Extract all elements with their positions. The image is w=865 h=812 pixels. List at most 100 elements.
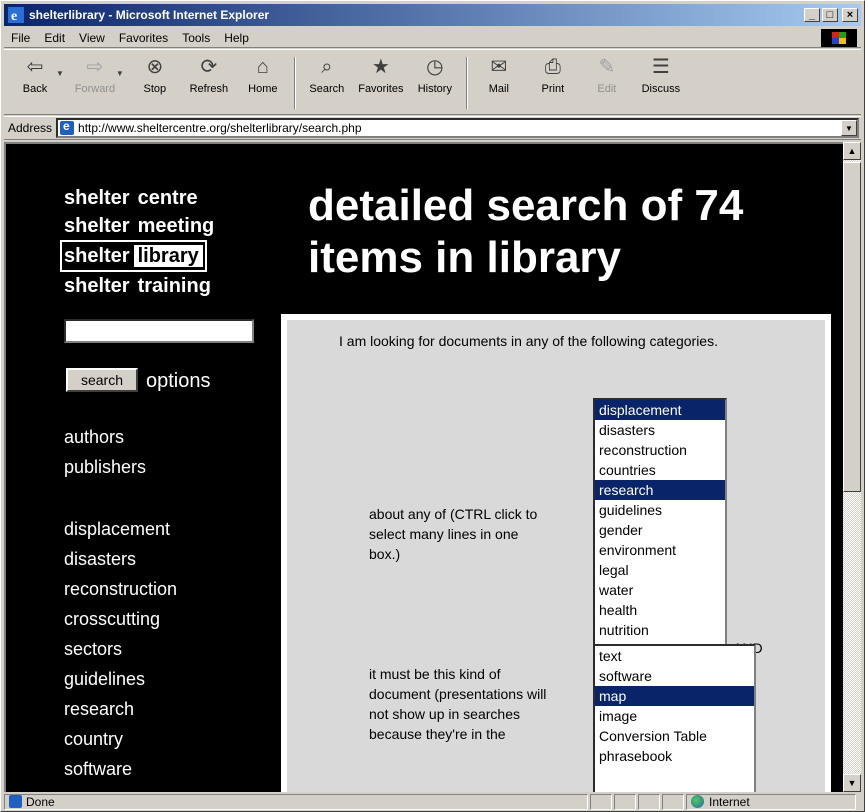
category-option[interactable]: countries [595,460,725,480]
title-bar[interactable]: e shelterlibrary - Microsoft Internet Ex… [4,4,861,26]
category-option[interactable]: health [595,600,725,620]
menu-favorites[interactable]: Favorites [112,31,175,45]
windows-logo-icon [821,29,857,47]
scroll-up-button[interactable]: ▲ [843,142,861,160]
category-option[interactable]: nutrition [595,620,725,640]
standard-toolbar: ⇦ Back ▼ ⇨ Forward ▼ ⊗ Stop ⟳ Refresh ⌂ … [4,49,861,115]
page-headline: detailed search of 74 items in library [308,181,744,282]
document-kind-option[interactable]: text [595,646,754,666]
address-dropdown-icon[interactable]: ▼ [841,120,857,136]
menu-edit[interactable]: Edit [37,31,72,45]
history-icon: ◷ [426,56,444,78]
document-kind-label: it must be this kind of document (presen… [369,666,547,742]
back-button[interactable]: ⇦ Back [8,53,62,113]
mail-button[interactable]: ✉ Mail [472,53,526,113]
nav-word: shelter [64,187,130,209]
stop-icon: ⊗ [146,56,164,78]
scroll-down-button[interactable]: ▼ [843,774,861,792]
search-input[interactable] [64,319,254,343]
stop-button[interactable]: ⊗ Stop [128,53,182,113]
home-button[interactable]: ⌂ Home [236,53,290,113]
category-option[interactable]: research [595,480,725,500]
options-link[interactable]: options [146,368,211,394]
link-authors[interactable]: authors [64,422,146,452]
home-icon: ⌂ [256,56,269,78]
document-kind-option[interactable]: phrasebook [595,746,754,766]
link-publishers[interactable]: publishers [64,452,146,482]
category-option[interactable]: environment [595,540,725,560]
category-option[interactable]: legal [595,560,725,580]
printer-icon: ⎙ [544,56,561,78]
history-button[interactable]: ◷ History [408,53,462,113]
menu-file[interactable]: File [4,31,37,45]
favorites-label: Favorites [358,83,404,95]
browser-window: e shelterlibrary - Microsoft Internet Ex… [0,0,865,812]
back-dropdown-icon[interactable]: ▼ [56,69,64,78]
category-option[interactable]: disasters [595,420,725,440]
nav-word: shelter [64,245,130,267]
document-kind-option[interactable]: Conversion Table [595,726,754,746]
vertical-scrollbar[interactable]: ▲ ▼ [843,142,861,792]
category-option[interactable]: displacement [595,400,725,420]
discuss-label: Discuss [641,83,681,95]
status-pane [590,793,612,810]
menu-tools[interactable]: Tools [175,31,217,45]
document-kind-listbox[interactable]: text software map image Conversion Table phra… [593,644,756,792]
print-button[interactable]: ⎙ Print [526,53,580,113]
stop-label: Stop [143,83,167,95]
nav-word: training [137,275,211,297]
menu-view[interactable]: View [72,31,112,45]
forward-label: Forward [74,83,116,95]
nav-shelter-library[interactable]: shelter library [60,240,222,272]
back-label: Back [22,83,48,95]
forward-dropdown-icon[interactable]: ▼ [116,69,124,78]
document-kind-option[interactable]: image [595,706,754,726]
link-sectors[interactable]: sectors [64,634,177,664]
link-software[interactable]: software [64,754,177,784]
document-kind-option[interactable]: map [595,686,754,706]
nav-word: centre [137,187,198,209]
category-option[interactable]: reconstruction [595,440,725,460]
link-disasters[interactable]: disasters [64,544,177,574]
nav-selected: shelter library [60,240,207,272]
nav-shelter-meeting[interactable]: shelter meeting [64,212,222,240]
category-option[interactable]: guidelines [595,500,725,520]
search-button[interactable]: ⌕ Search [300,53,354,113]
link-guidelines[interactable]: guidelines [64,664,177,694]
security-zone-cell: Internet [686,793,856,810]
favorites-button[interactable]: ★ Favorites [354,53,408,113]
link-country[interactable]: country [64,724,177,754]
nav-word: shelter [64,275,130,297]
category-listbox[interactable]: displacement disasters reconstruction count… [593,398,727,663]
address-input[interactable]: http://www.sheltercentre.org/shelterlibr… [56,118,859,138]
category-option[interactable]: water [595,580,725,600]
close-button[interactable]: × [842,8,858,22]
category-option[interactable]: gender [595,520,725,540]
search-submit-button[interactable]: search [66,368,138,392]
svg-text:e: e [11,9,17,23]
search-form: I am looking for documents in any of the… [287,320,825,792]
status-text-cell: Done [4,793,588,810]
refresh-button[interactable]: ⟳ Refresh [182,53,236,113]
history-label: History [417,83,452,95]
search-icon: ⌕ [321,56,333,78]
forward-button[interactable]: ⇨ Forward [68,53,122,113]
status-pane [638,793,660,810]
favorites-icon: ★ [371,56,390,78]
nav-shelter-training[interactable]: shelter training [64,272,222,300]
scroll-thumb[interactable] [843,162,861,492]
link-reconstruction[interactable]: reconstruction [64,574,177,604]
discuss-button[interactable]: ☰ Discuss [634,53,688,113]
document-kind-option[interactable]: software [595,666,754,686]
link-displacement[interactable]: displacement [64,514,177,544]
edit-button[interactable]: ✎ Edit [580,53,634,113]
nav-word: shelter [64,215,130,237]
edit-icon: ✎ [598,56,616,78]
maximize-button[interactable]: □ [822,8,838,22]
menu-help[interactable]: Help [217,31,256,45]
link-research[interactable]: research [64,694,177,724]
minimize-button[interactable]: _ [804,8,820,22]
category-label: about any of (CTRL click to select many … [369,506,538,562]
link-crosscutting[interactable]: crosscutting [64,604,177,634]
nav-shelter-centre[interactable]: shelter centre [64,184,222,212]
